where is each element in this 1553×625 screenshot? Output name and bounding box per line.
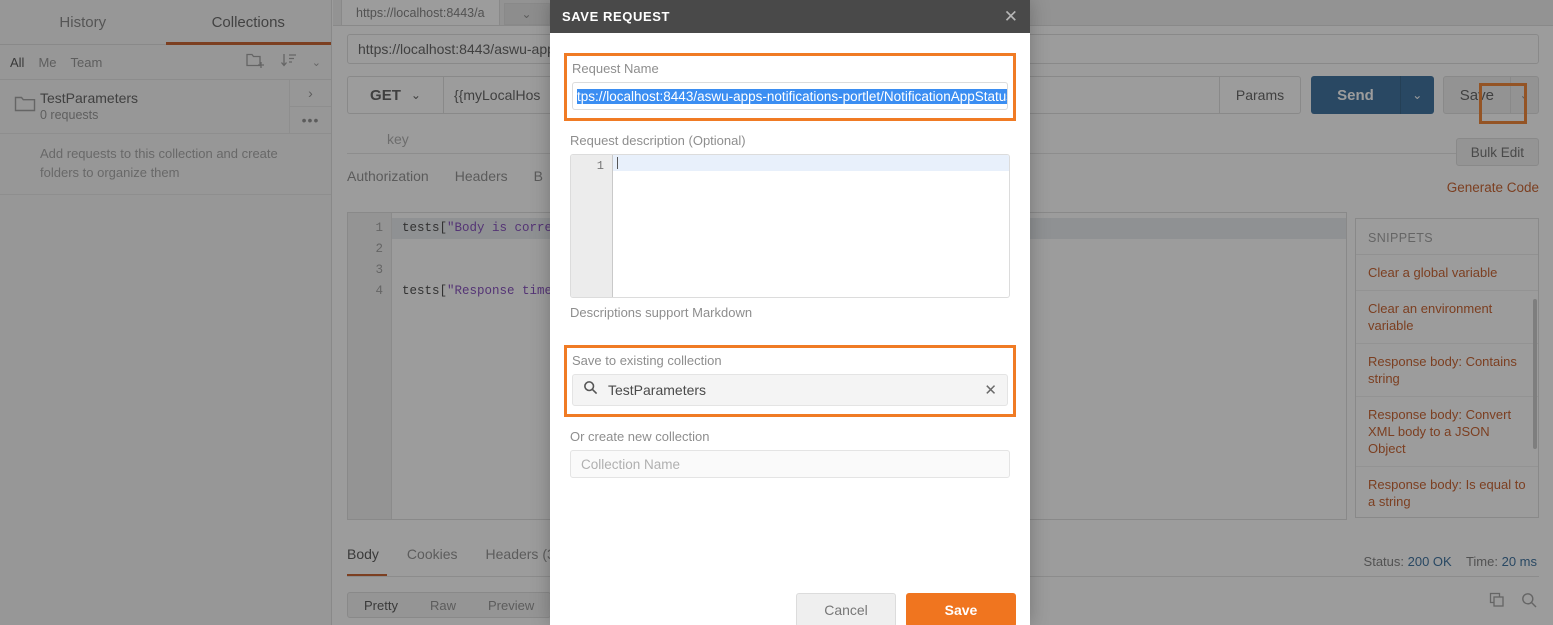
screen: History Collections All Me Team ⌄ TestPa… [0,0,1553,625]
existing-collection-value: TestParameters [608,382,707,398]
request-name-input[interactable]: tps://localhost:8443/aswu-apps-notificat… [572,82,1008,110]
request-name-label: Request Name [572,61,659,76]
search-icon [583,380,598,400]
line-number: 1 [596,159,604,173]
request-description-label: Request description (Optional) [570,133,746,148]
save-request-dialog: SAVE REQUEST ✕ Request Name tps://localh… [550,0,1030,625]
new-collection-input[interactable]: Collection Name [570,450,1010,478]
existing-collection-label: Save to existing collection [572,353,722,368]
annotation-request-name: Request Name tps://localhost:8443/aswu-a… [564,53,1016,121]
description-gutter: 1 [571,155,613,297]
dialog-footer: Cancel Save [550,593,1030,625]
cancel-button[interactable]: Cancel [796,593,896,625]
request-description-editor[interactable]: 1 [570,154,1010,298]
active-line [613,155,1009,171]
request-description-section: Request description (Optional) 1 Descrip… [570,133,1010,320]
dialog-body: Request Name tps://localhost:8443/aswu-a… [550,33,1030,478]
dialog-title: SAVE REQUEST [562,9,671,24]
annotation-existing-collection: Save to existing collection TestParamete… [564,345,1016,417]
text-caret [617,157,618,169]
description-textarea[interactable] [613,155,1009,297]
clear-icon[interactable]: ✕ [984,381,997,399]
close-icon[interactable]: ✕ [1004,8,1018,25]
new-collection-section: Or create new collection Collection Name [570,429,1010,478]
existing-collection-search[interactable]: TestParameters ✕ [572,374,1008,406]
new-collection-label: Or create new collection [570,429,710,444]
dialog-header: SAVE REQUEST ✕ [550,0,1030,33]
request-name-value: tps://localhost:8443/aswu-apps-notificat… [577,88,1007,104]
dialog-save-button[interactable]: Save [906,593,1016,625]
markdown-hint: Descriptions support Markdown [570,305,753,320]
